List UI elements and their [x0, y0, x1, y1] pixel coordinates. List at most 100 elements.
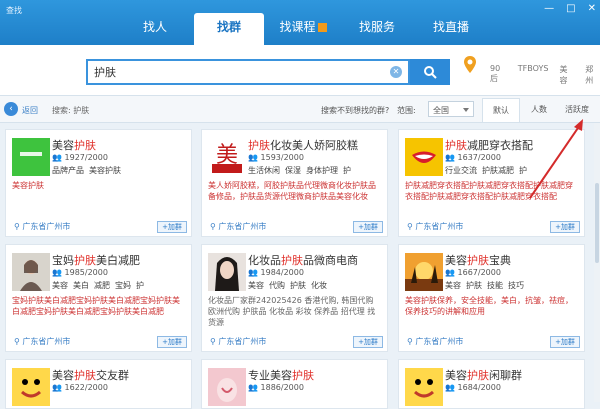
group-avatar — [12, 368, 50, 406]
group-description: 护肤减肥穿衣搭配护肤减肥穿衣搭配护肤减肥穿衣搭配护肤减肥穿衣搭配护肤减肥穿衣搭配 — [405, 181, 573, 201]
group-name: 美容护肤闲聊群 — [445, 367, 522, 383]
location-text: 广东省广州市 — [218, 222, 267, 231]
location-pin-icon[interactable] — [462, 55, 478, 75]
group-name-part: 减肥穿衣搭配 — [467, 139, 533, 152]
group-card[interactable]: 护肤减肥穿衣搭配 👥 1637/2000 行业交流 护肤减肥护 护肤减肥穿衣搭配护… — [398, 129, 585, 237]
location-text: 广东省广州市 — [22, 222, 71, 231]
group-avatar — [405, 253, 443, 291]
group-name-part: 宝典 — [489, 254, 511, 267]
scrollbar[interactable] — [594, 123, 600, 402]
group-name-part: 美白减肥 — [96, 254, 140, 267]
sort-default[interactable]: 默认 — [482, 98, 520, 122]
breadcrumb: 搜索: 护肤 — [52, 106, 90, 115]
search-box: ✕ — [86, 59, 410, 85]
group-name-part: 美容 — [52, 139, 74, 152]
hot-word[interactable]: 90后 — [490, 64, 507, 86]
group-tag: 技能 — [487, 281, 503, 290]
group-location: ⚲ 广东省广州市 — [210, 337, 267, 346]
scroll-thumb[interactable] — [595, 183, 599, 263]
hot-word[interactable]: TFBOYS — [518, 64, 549, 86]
tab-label: 找直播 — [432, 20, 469, 34]
clear-search-icon[interactable]: ✕ — [390, 66, 402, 78]
group-tag: 生活休闲 — [248, 166, 280, 175]
group-name-part: 美容 — [445, 254, 467, 267]
member-count-value: 1985/2000 — [64, 268, 108, 277]
group-name-part: 交友群 — [96, 369, 129, 382]
not-found-link[interactable]: 搜索不到想找的群? — [321, 105, 389, 116]
group-name: 美容护肤宝典 — [445, 252, 511, 268]
group-tag: 技巧 — [508, 281, 524, 290]
group-description: 美容护肤保养，安全技能，美白，抗皱，祛痘，保养技巧的讲解和应用 — [405, 296, 573, 316]
group-name-highlight: 护肤 — [292, 369, 314, 382]
minimize-button[interactable]: — — [544, 3, 554, 14]
sort-activity[interactable]: 活跃度 — [558, 98, 596, 122]
member-count-value: 1667/2000 — [457, 268, 501, 277]
group-tag: 行业交流 — [445, 166, 477, 175]
group-tag: 美白 — [73, 281, 89, 290]
group-name-part: 美容 — [445, 369, 467, 382]
member-count: 👥 1593/2000 — [248, 153, 304, 162]
group-card[interactable]: 美容护肤宝典 👥 1667/2000 美容 护肤 技能 技巧 美容护肤保养，安全技能，… — [398, 244, 585, 352]
member-count-value: 1684/2000 — [457, 383, 501, 392]
app-title: 查找 — [6, 6, 22, 15]
back-link[interactable]: 返回 — [22, 105, 38, 116]
range-label: 范围: — [397, 106, 416, 115]
group-tag: 美容 — [248, 281, 264, 290]
tab-find-people[interactable]: 找人 — [120, 13, 190, 45]
tab-label: 找课程 — [279, 20, 316, 34]
group-tag: 美容 — [52, 281, 68, 290]
group-tag: 护 — [343, 166, 351, 175]
group-name-part: 闲聊群 — [489, 369, 522, 382]
join-group-button[interactable]: +加群 — [353, 221, 383, 233]
join-group-button[interactable]: +加群 — [157, 221, 187, 233]
group-name-highlight: 护肤 — [445, 139, 467, 152]
join-group-button[interactable]: +加群 — [157, 336, 187, 348]
group-location: ⚲ 广东省广州市 — [407, 222, 464, 231]
location-text: 广东省广州市 — [22, 337, 71, 346]
group-tag: 美容 — [445, 281, 461, 290]
member-count-value: 1637/2000 — [457, 153, 501, 162]
group-tag: 美容护肤 — [89, 166, 121, 175]
join-group-button[interactable]: +加群 — [353, 336, 383, 348]
group-card[interactable]: 宝妈护肤美白减肥 👥 1985/2000 美容 美白 减肥 宝妈护 宝妈护肤美白减肥宝… — [5, 244, 192, 352]
tab-label: 找服务 — [358, 20, 395, 34]
member-count: 👥 1637/2000 — [445, 153, 501, 162]
group-name-part: 品微商电商 — [303, 254, 358, 267]
back-arrow-icon[interactable]: ‹ — [4, 102, 18, 116]
group-name: 护肤化妆美人娇阿胶糕 — [248, 137, 358, 153]
group-description: 宝妈护肤美白减肥宝妈护肤美白减肥宝妈护肤美白减肥宝妈护肤美白减肥宝妈护肤美白减肥 — [12, 296, 180, 316]
search-icon — [424, 66, 437, 79]
join-group-button[interactable]: +加群 — [550, 336, 580, 348]
group-tag: 减肥 — [94, 281, 110, 290]
search-input[interactable] — [88, 61, 378, 83]
group-description: 美人娇阿胶糕，阿胶护肤品代理微商化妆护肤品备修品，护肤品货源代理微商护肤品美容化… — [208, 181, 376, 201]
group-tag: 宝妈 — [115, 281, 131, 290]
range-select[interactable]: 全国 — [428, 101, 474, 117]
search-button[interactable] — [410, 59, 450, 85]
hot-word[interactable]: 郑州 — [585, 64, 600, 86]
group-avatar — [405, 368, 443, 406]
group-avatar — [12, 138, 50, 176]
group-name: 专业美容护肤 — [248, 367, 314, 383]
member-count: 👥 1684/2000 — [445, 383, 501, 392]
group-card[interactable]: 化妆品护肤品微商电商 👥 1984/2000 美容 代购 护肤 化妆 化妆品厂家群24… — [201, 244, 388, 352]
tab-find-live[interactable]: 找直播 — [416, 13, 486, 45]
tab-find-groups[interactable]: 找群 — [194, 13, 264, 45]
close-button[interactable]: ✕ — [588, 3, 596, 14]
tab-find-services[interactable]: 找服务 — [342, 13, 412, 45]
tab-label: 找群 — [216, 20, 241, 34]
member-count-value: 1984/2000 — [260, 268, 304, 277]
group-card[interactable]: 美容护肤 👥 1927/2000 品牌产品 美容护肤 美容护肤 ⚲ 广东省广州市 … — [5, 129, 192, 237]
hot-word[interactable]: 美容 — [559, 64, 574, 86]
member-count: 👥 1984/2000 — [248, 268, 304, 277]
group-name: 美容护肤交友群 — [52, 367, 129, 383]
group-location: ⚲ 广东省广州市 — [407, 337, 464, 346]
group-description: 化妆品厂家群242025426 香港代购, 韩国代购 欧洲代购 护肤品 化妆品 … — [208, 296, 376, 327]
group-name-highlight: 护肤 — [248, 139, 270, 152]
group-name: 化妆品护肤品微商电商 — [248, 252, 358, 268]
group-card[interactable]: 美 护肤化妆美人娇阿胶糕 👥 1593/2000 生活休闲 保湿 身体护理护 美人娇… — [201, 129, 388, 237]
sort-members[interactable]: 人数 — [520, 98, 558, 122]
tab-find-courses[interactable]: 找课程 — [268, 13, 338, 45]
join-group-button[interactable]: +加群 — [550, 221, 580, 233]
maximize-button[interactable]: □ — [566, 3, 575, 14]
